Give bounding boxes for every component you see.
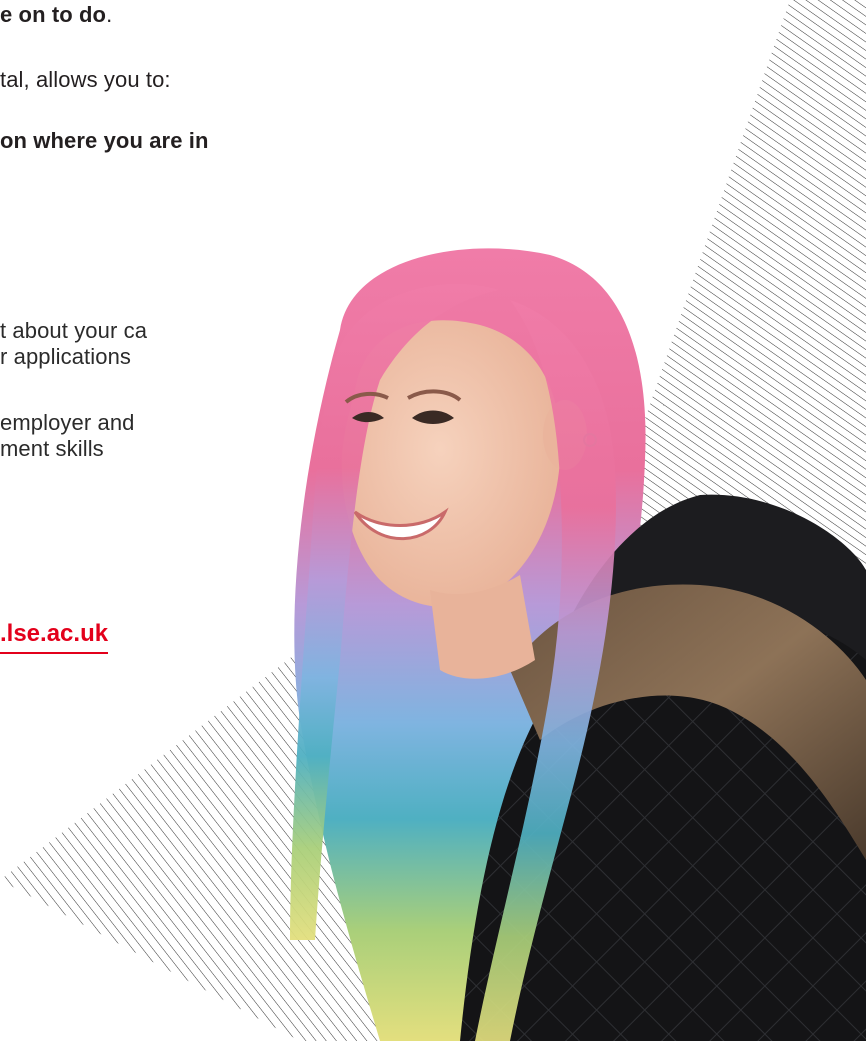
careers-website-link[interactable]: .lse.ac.uk <box>0 620 109 654</box>
heading-line-1: e on to do. <box>0 2 112 28</box>
bullet-2-line-1: employer and <box>0 410 135 435</box>
intro-line: tal, allows you to: <box>0 67 171 92</box>
bullet-1-line-2: r applications <box>0 344 132 369</box>
bullet-2-line-2: ment skills <box>0 436 104 461</box>
bullet-bold-line: on where you are in <box>0 128 209 153</box>
bullet-1-line-1: t about your ca <box>0 318 180 344</box>
heading-line-1-bold: e on to do <box>0 2 107 27</box>
brochure-page: e on to do. tal, allows you to: on where… <box>0 0 866 1041</box>
heading-line-1-period: . <box>106 2 113 27</box>
student-portrait-image <box>290 248 866 1041</box>
bullet-1-line-1-text: t about your ca <box>0 318 148 343</box>
